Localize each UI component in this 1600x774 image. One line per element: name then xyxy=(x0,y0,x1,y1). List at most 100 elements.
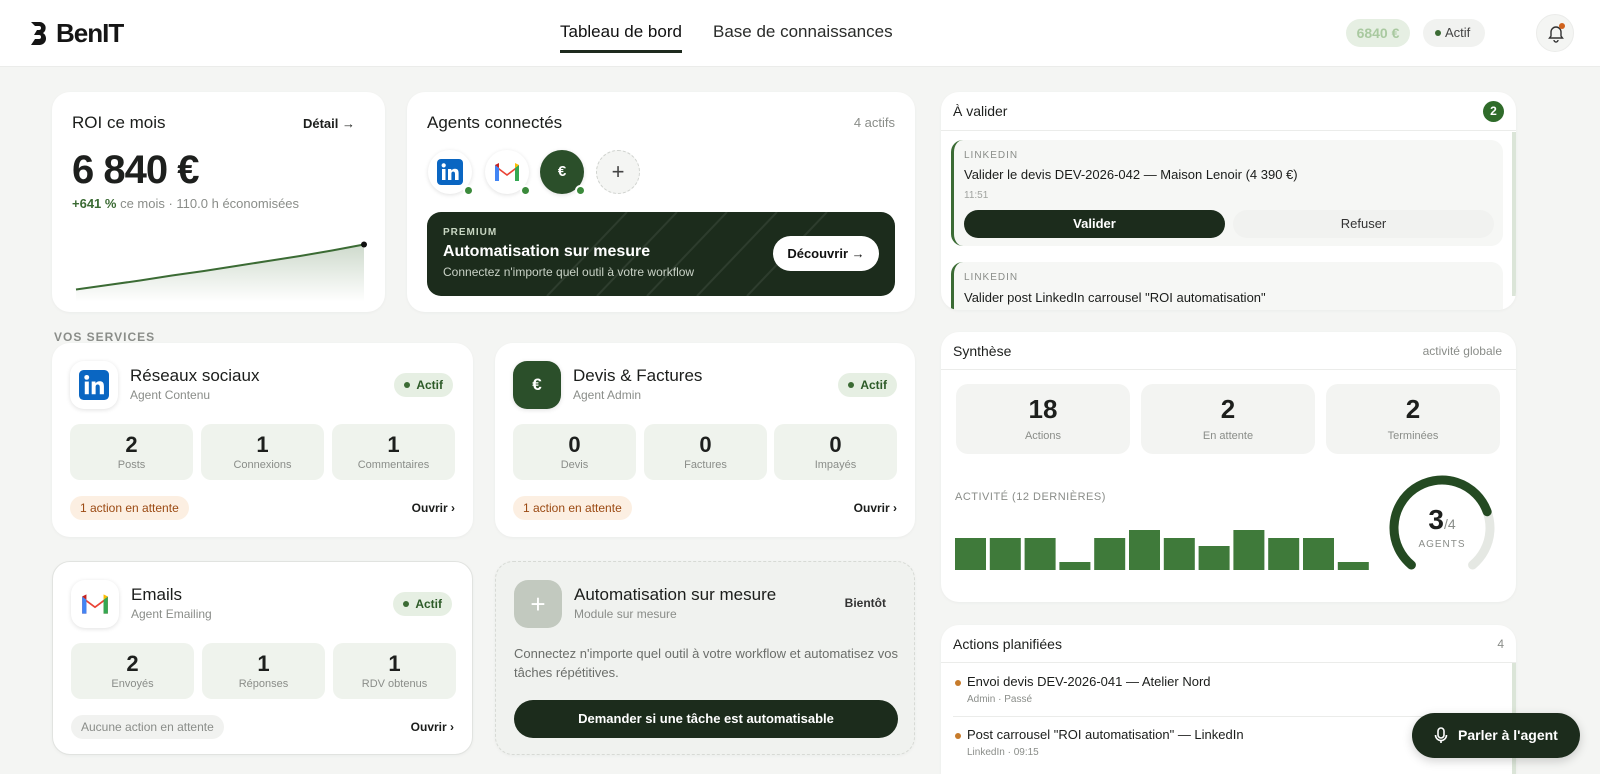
status-badge: Actif xyxy=(393,592,452,616)
premium-subtitle: Connectez n'importe quel outil à votre w… xyxy=(443,265,695,279)
stat-label: En attente xyxy=(1202,430,1254,442)
agent-gmail[interactable] xyxy=(485,150,531,196)
service-icon-linkedin xyxy=(70,361,118,409)
service-icon-euro: € xyxy=(513,361,561,409)
tab-knowledge-base[interactable]: Base de connaissances xyxy=(713,22,893,50)
item-source: LINKEDIN xyxy=(964,150,1019,161)
open-link[interactable]: Ouvrir › xyxy=(854,501,897,515)
notification-dot xyxy=(1559,23,1565,29)
service-icon-plus: + xyxy=(514,580,562,628)
stat-value: 2 xyxy=(126,651,139,676)
stat-label: Terminées xyxy=(1387,430,1439,442)
approve-button[interactable]: Valider xyxy=(964,210,1225,238)
activity-bar xyxy=(1059,562,1091,570)
pending-badge: Aucune action en attente xyxy=(71,715,224,739)
validate-item: LINKEDIN Valider le devis DEV-2026-042 —… xyxy=(951,140,1503,246)
roi-sub-text: ce mois · 110.0 h économisées xyxy=(120,196,300,211)
bullet-dot xyxy=(955,680,961,686)
gauge-label: AGENTS xyxy=(1418,539,1466,550)
service-card-devis[interactable]: € Devis & Factures Agent Admin Actif 0 De… xyxy=(495,343,915,537)
talk-to-agent-button[interactable]: Parler à l'agent xyxy=(1412,713,1580,758)
item-text: Valider post LinkedIn carrousel "ROI aut… xyxy=(964,290,1266,305)
synth-pending: 2 En attente xyxy=(1141,384,1315,454)
stat-value: 1 xyxy=(256,432,269,457)
roi-detail-link[interactable]: Détail → xyxy=(303,116,355,131)
service-card-social[interactable]: Réseaux sociaux Agent Contenu Actif 2 Pos… xyxy=(52,343,473,537)
item-text: Valider le devis DEV-2026-042 — Maison L… xyxy=(964,167,1298,182)
roi-growth: +641 % xyxy=(72,196,117,211)
synthese-header: Synthèse activité globale xyxy=(941,332,1516,370)
tab-dashboard[interactable]: Tableau de bord xyxy=(560,22,682,53)
validate-header: À valider 2 xyxy=(941,92,1516,131)
agent-linkedin[interactable] xyxy=(428,150,474,196)
activity-bar xyxy=(1337,562,1369,570)
agent-euro[interactable]: € xyxy=(540,150,586,196)
roi-title: ROI ce mois xyxy=(72,113,166,132)
linkedin-icon xyxy=(437,159,463,185)
stat-label: Posts xyxy=(117,459,146,471)
service-card-emails[interactable]: Emails Agent Emailing Actif 2 Envoyés 1 Ré… xyxy=(52,561,473,755)
roi-point xyxy=(361,241,367,248)
stat-value: 0 xyxy=(568,432,581,457)
stat-value: 18 xyxy=(1028,394,1058,424)
agent-active-dot xyxy=(520,185,531,196)
roi-card: ROI ce mois Détail → 6 840 € +641 % ce m… xyxy=(52,92,385,312)
premium-kicker: PREMIUM xyxy=(443,227,498,238)
agents-title: Agents connectés xyxy=(427,113,563,132)
stat-label: Envoyés xyxy=(111,678,154,690)
stat-factures: 0 Factures xyxy=(644,424,767,480)
item-time: 11:51 xyxy=(964,190,989,201)
stat-value: 1 xyxy=(388,651,401,676)
gmail-icon xyxy=(82,594,108,614)
validate-count-badge: 2 xyxy=(1483,101,1504,122)
synthese-meta: activité globale xyxy=(1422,344,1502,358)
stat-label: Commentaires xyxy=(357,459,430,471)
stat-label: Actions xyxy=(1024,430,1062,442)
synthese-title: Synthèse xyxy=(953,343,1012,359)
stat-label: Connexions xyxy=(233,459,292,471)
service-card-custom: + Automatisation sur mesure Module sur m… xyxy=(495,561,915,755)
agent-active-dot xyxy=(463,185,474,196)
activity-bar xyxy=(1129,530,1160,570)
roi-badge: 6840 € xyxy=(1346,19,1410,47)
scrollbar[interactable] xyxy=(1512,132,1516,296)
stat-value: 0 xyxy=(829,432,842,457)
stat-label: Réponses xyxy=(238,678,289,690)
plus-icon: + xyxy=(530,589,546,619)
planned-item-meta: Admin · Passé xyxy=(967,694,1033,705)
reject-button[interactable]: Refuser xyxy=(1233,210,1494,238)
open-link[interactable]: Ouvrir › xyxy=(412,501,455,515)
roi-value: 6 840 € xyxy=(72,148,199,192)
add-agent-button[interactable]: + xyxy=(596,150,640,194)
notifications-button[interactable] xyxy=(1536,14,1574,52)
open-link[interactable]: Ouvrir › xyxy=(411,720,454,734)
stat-reponses: 1 Réponses xyxy=(202,643,325,699)
planned-item-title: Post carrousel "ROI automatisation" — Li… xyxy=(967,727,1244,742)
service-name: Emails xyxy=(131,585,183,604)
top-bar: BenIT Tableau de bord Base de connaissan… xyxy=(0,0,1600,67)
stat-connexions: 1 Connexions xyxy=(201,424,324,480)
microphone-icon xyxy=(1434,727,1448,743)
stat-envoyes: 2 Envoyés xyxy=(71,643,194,699)
service-subtitle: Agent Emailing xyxy=(131,607,212,621)
gmail-icon xyxy=(495,163,519,181)
planned-header: Actions planifiées 4 xyxy=(941,625,1516,663)
status-badge: Actif xyxy=(838,373,897,397)
brand-logo[interactable]: BenIT xyxy=(28,18,124,49)
status-badge: Actif xyxy=(394,373,453,397)
arrow-right-icon: → xyxy=(851,246,865,261)
stat-value: 2 xyxy=(1220,394,1236,424)
item-source: LINKEDIN xyxy=(964,272,1019,283)
stat-label: Impayés xyxy=(814,459,857,471)
gauge-total: /4 xyxy=(1443,516,1456,532)
service-name: Automatisation sur mesure xyxy=(574,585,777,604)
discover-button[interactable]: Découvrir → xyxy=(773,236,879,271)
ask-automation-button[interactable]: Demander si une tâche est automatisable xyxy=(514,700,898,738)
stat-posts: 2 Posts xyxy=(70,424,193,480)
agent-active-dot xyxy=(575,185,586,196)
talk-label: Parler à l'agent xyxy=(1458,727,1558,743)
custom-description: Connectez n'importe quel outil à votre w… xyxy=(514,646,899,680)
synth-done: 2 Terminées xyxy=(1326,384,1500,454)
activity-bar xyxy=(1024,538,1056,570)
planned-item[interactable]: Envoi devis DEV-2026-041 — Atelier Nord … xyxy=(953,674,1499,718)
